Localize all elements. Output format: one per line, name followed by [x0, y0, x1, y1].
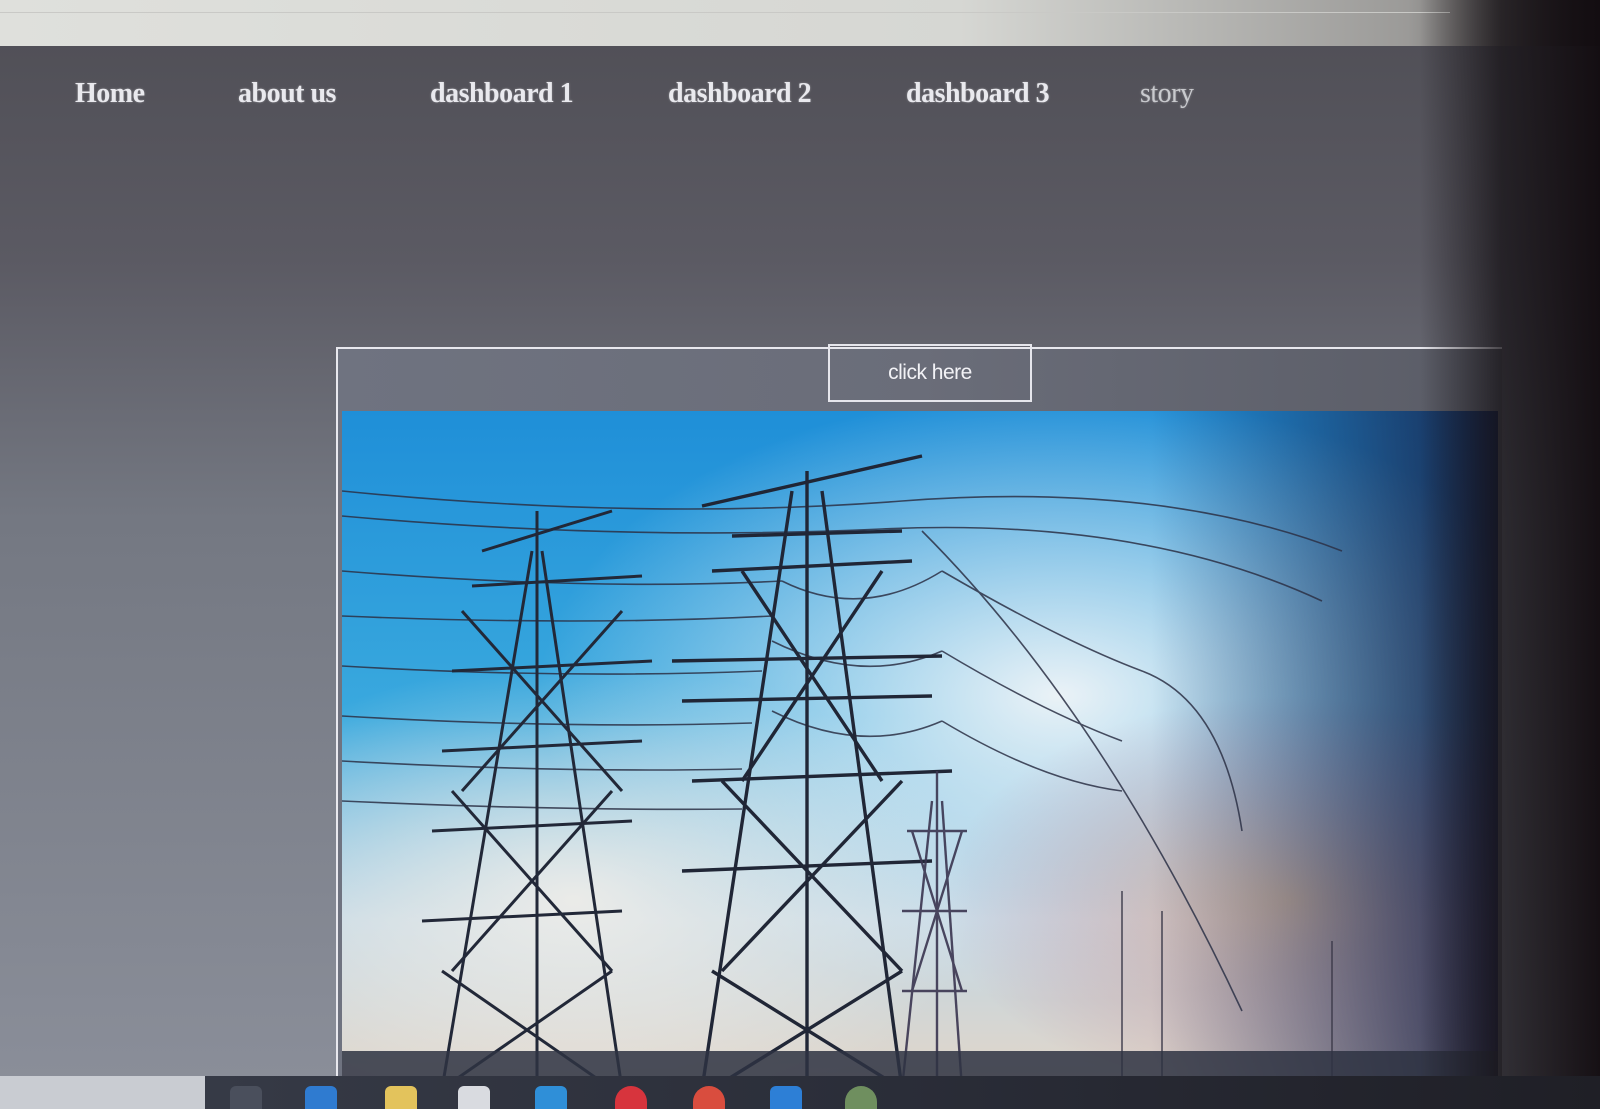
- edge-icon[interactable]: [305, 1086, 337, 1109]
- taskbar: [0, 1076, 1600, 1109]
- navbar: Home about us dashboard 1 dashboard 2 da…: [0, 46, 1600, 146]
- nav-dashboard-1-link[interactable]: dashboard 1: [430, 78, 574, 110]
- task-view-icon[interactable]: [230, 1086, 262, 1109]
- browser-chrome-strip: [0, 0, 1600, 46]
- chrome-icon[interactable]: [693, 1086, 725, 1109]
- content-panel: click here: [336, 344, 1502, 1089]
- nav-story-link[interactable]: story: [1140, 78, 1194, 110]
- nav-dashboard-2-link[interactable]: dashboard 2: [668, 78, 812, 110]
- store-icon[interactable]: [458, 1086, 490, 1109]
- hero-image: [342, 411, 1498, 1089]
- nav-about-us-link[interactable]: about us: [238, 78, 336, 110]
- opera-icon[interactable]: [615, 1086, 647, 1109]
- nav-home-link[interactable]: Home: [75, 78, 145, 110]
- nav-dashboard-3-link[interactable]: dashboard 3: [906, 78, 1050, 110]
- click-here-button[interactable]: click here: [828, 344, 1032, 402]
- file-explorer-icon[interactable]: [385, 1086, 417, 1109]
- chrome-icon[interactable]: [845, 1086, 877, 1109]
- browser-viewport: Home about us dashboard 1 dashboard 2 da…: [0, 0, 1600, 1109]
- power-towers-image: [342, 411, 1498, 1089]
- vscode-icon[interactable]: [770, 1086, 802, 1109]
- mail-icon[interactable]: [535, 1086, 567, 1109]
- divider: [0, 12, 1450, 13]
